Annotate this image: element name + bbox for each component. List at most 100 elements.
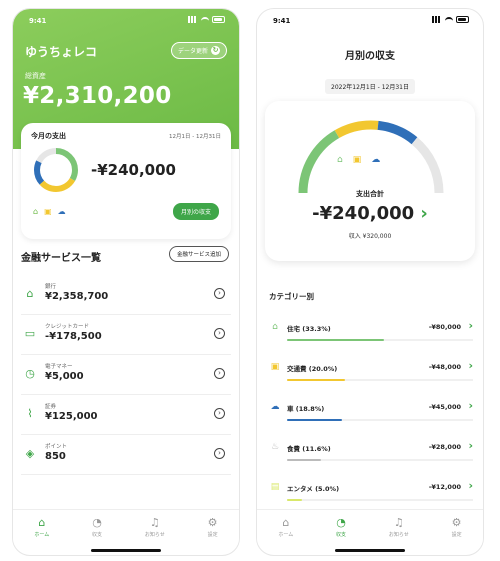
battery-icon — [212, 16, 225, 23]
service-label: ポイント — [45, 444, 68, 450]
category-bar-fill — [287, 419, 342, 421]
category-icons: ⌂ ▣ ☁ — [33, 207, 66, 216]
total-value: -¥240,000 — [312, 203, 415, 224]
category-name: エンタメ (5.0%) — [287, 485, 340, 493]
spending-donut — [34, 148, 78, 192]
chevron-right-icon: › — [214, 328, 225, 339]
category-row[interactable]: ⌂ 住宅 (33.3%) -¥80,000 › — [267, 315, 473, 355]
chevron-right-icon: › — [214, 408, 225, 419]
refresh-button[interactable]: データ更新 ↻ — [170, 42, 227, 59]
category-value: -¥80,000 — [428, 323, 461, 331]
tab-label: 収支 — [92, 532, 103, 538]
gauge-segment — [377, 120, 418, 145]
add-service-button[interactable]: 金融サービス追加 — [168, 246, 229, 262]
transport-icon: ▣ — [352, 155, 362, 165]
system-icons — [432, 16, 469, 23]
spending-amount: -¥240,000 — [91, 161, 176, 179]
card-icon: ▭ — [24, 327, 36, 340]
category-bar-fill — [287, 339, 384, 341]
balance-label: 総資産 — [25, 72, 46, 80]
tab-settings[interactable]: ⚙ 設定 — [207, 516, 218, 539]
category-bar-track — [287, 379, 473, 381]
service-label: クレジットカード — [45, 324, 90, 330]
entertainment-icon: ▤ — [270, 482, 280, 492]
monthly-spending-card[interactable]: 今月の支出 12月1日 - 12月31日 -¥240,000 ⌂ ▣ ☁ 月別の… — [21, 123, 231, 239]
category-bar-fill — [287, 379, 346, 381]
category-bar-track — [287, 419, 473, 421]
service-row-points[interactable]: ◈ ポイント 850 › — [21, 435, 231, 475]
service-value: 850 — [45, 451, 66, 462]
chevron-right-icon: › — [468, 399, 473, 412]
service-row-emoney[interactable]: ◷ 電子マネー ¥5,000 › — [21, 355, 231, 395]
chevron-right-icon: › — [468, 319, 473, 332]
category-row[interactable]: ☁ 車 (18.8%) -¥45,000 › — [267, 395, 473, 435]
car-icon: ☁ — [371, 155, 381, 165]
service-row-stocks[interactable]: ⌇ 証券 ¥125,000 › — [21, 395, 231, 435]
service-label: 電子マネー — [45, 364, 73, 370]
tab-bar: ⌂ ホーム ◔ 収支 ♫ お知らせ ⚙ 設定 — [257, 509, 483, 545]
status-bar: 9:41 — [13, 15, 239, 29]
system-icons — [188, 16, 225, 23]
tab-label: ホーム — [34, 532, 50, 538]
category-bar-fill — [287, 499, 302, 501]
service-value: ¥2,358,700 — [45, 291, 109, 302]
category-name: 食費 (11.6%) — [287, 445, 331, 453]
tab-home[interactable]: ⌂ ホーム — [278, 516, 293, 539]
chevron-right-icon: › — [214, 448, 225, 459]
services-title: 金融サービス一覧 — [21, 253, 101, 264]
spending-gauge — [298, 120, 444, 194]
house-icon: ⌂ — [33, 207, 39, 216]
service-row-bank[interactable]: ⌂ 銀行 ¥2,358,700 › — [21, 275, 231, 315]
category-list: ⌂ 住宅 (33.3%) -¥80,000 › ▣ 交通費 (20.0%) -¥48,000… — [267, 315, 473, 515]
refresh-icon: ↻ — [211, 46, 220, 55]
category-value: -¥28,000 — [428, 443, 461, 451]
monthly-detail-button[interactable]: 月別の収支 — [172, 203, 219, 220]
category-value: -¥48,000 — [428, 363, 461, 371]
house-icon: ⌂ — [337, 155, 343, 165]
category-bar-fill — [287, 459, 321, 461]
total-label: 支出合計 — [356, 190, 384, 198]
services-list: ⌂ 銀行 ¥2,358,700 › ▭ クレジットカード -¥178,500 ›… — [21, 275, 231, 475]
house-icon: ⌂ — [272, 322, 278, 332]
total-value-link[interactable]: -¥240,000 › — [265, 203, 475, 224]
chevron-right-icon: › — [468, 359, 473, 372]
date-range[interactable]: 2022年12月1日 - 12月31日 — [325, 79, 415, 94]
gear-icon: ⚙ — [451, 516, 462, 529]
category-name: 交通費 (20.0%) — [287, 365, 338, 373]
service-value: ¥5,000 — [45, 371, 84, 382]
tab-notifications[interactable]: ♫ お知らせ — [144, 517, 165, 539]
home-indicator — [335, 549, 405, 552]
tab-label: お知らせ — [388, 532, 409, 538]
gear-icon: ⚙ — [207, 516, 218, 529]
chevron-right-icon: › — [214, 368, 225, 379]
tab-balance[interactable]: ◔ 収支 — [336, 517, 346, 539]
category-name: 車 (18.8%) — [287, 405, 325, 413]
tab-notifications[interactable]: ♫ お知らせ — [388, 516, 409, 539]
category-row[interactable]: ♨ 食費 (11.6%) -¥28,000 › — [267, 435, 473, 475]
monthly-balance-screen: 9:41 月別の収支 2022年12月1日 - 12月31日 ⌂ ▣ ☁ 支出合… — [256, 8, 484, 556]
battery-icon — [456, 16, 469, 23]
tab-settings[interactable]: ⚙ 設定 — [451, 516, 462, 539]
category-row[interactable]: ▣ 交通費 (20.0%) -¥48,000 › — [267, 355, 473, 395]
signal-icon — [432, 16, 442, 23]
chevron-right-icon: › — [468, 439, 473, 452]
category-bar-track — [287, 339, 473, 341]
refresh-label: データ更新 — [177, 48, 208, 55]
service-row-credit-card[interactable]: ▭ クレジットカード -¥178,500 › — [21, 315, 231, 355]
tab-home[interactable]: ⌂ ホーム — [34, 517, 50, 539]
gauge-segment — [334, 120, 379, 139]
home-icon: ⌂ — [282, 516, 290, 529]
income-text: 収入 ¥320,000 — [348, 233, 392, 240]
tab-label: お知らせ — [144, 532, 165, 538]
emoney-icon: ◷ — [25, 367, 35, 380]
bell-icon: ♫ — [393, 516, 404, 529]
chevron-right-icon: › — [468, 479, 473, 492]
service-label: 銀行 — [45, 284, 57, 290]
gauge-segment — [298, 130, 340, 194]
transport-icon: ▣ — [270, 362, 280, 372]
category-name: 住宅 (33.3%) — [287, 325, 331, 333]
tab-balance[interactable]: ◔ 収支 — [92, 517, 103, 539]
home-screen: 9:41 ゆうちょレコ データ更新 ↻ 総資産 ¥2,310,200 今月の支出… — [12, 8, 240, 556]
category-value: -¥45,000 — [428, 403, 461, 411]
signal-icon — [188, 16, 198, 23]
